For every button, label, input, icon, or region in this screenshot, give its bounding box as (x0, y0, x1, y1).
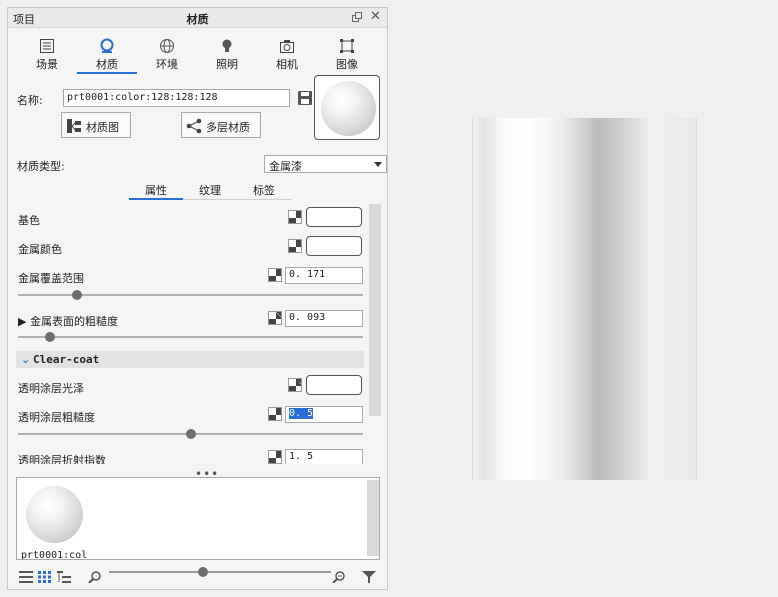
chevron-down-icon: ⌄ (21, 353, 31, 366)
metal-roughness-slider-knob[interactable] (45, 332, 56, 342)
metal-coverage-label: 金属覆盖范围 (18, 272, 84, 285)
subtab-textures[interactable]: 纹理 (183, 182, 237, 198)
tab-image-label: 图像 (336, 58, 358, 71)
material-graph-label: 材质图 (86, 121, 119, 134)
render-viewport[interactable] (472, 118, 697, 480)
tab-image[interactable]: 图像 (317, 32, 377, 76)
share-nodes-icon (186, 118, 202, 134)
properties-list: 基色 金属颜色 金属覆盖范围 0. 171 ▶ 金属表面的粗糙度 0. 093 … (9, 202, 375, 464)
grid-view-icon[interactable] (38, 571, 52, 583)
tab-camera-label: 相机 (276, 58, 298, 71)
clearcoat-roughness-slider-knob[interactable] (185, 429, 196, 439)
material-type-value: 金属漆 (269, 160, 302, 173)
tab-material[interactable]: 材质 (77, 32, 137, 76)
property-subtabs: 属性 纹理 标签 (129, 180, 292, 200)
material-graph-button[interactable]: 材质图 (61, 112, 131, 138)
material-name-input[interactable]: prt0001:color:128:128:128 (63, 89, 290, 107)
metal-color-label: 金属颜色 (18, 243, 62, 256)
base-color-label: 基色 (18, 214, 40, 227)
library-toolbar (8, 564, 387, 589)
metal-roughness-label-text: 金属表面的粗糙度 (29, 315, 118, 328)
tree-view-icon[interactable] (57, 571, 71, 583)
clearcoat-gloss-swatch[interactable] (306, 375, 362, 395)
clearcoat-gloss-texture-icon[interactable] (288, 378, 302, 392)
preview-sphere (321, 81, 376, 136)
material-icon (100, 38, 114, 53)
top-tab-bar: 场景 材质 环境 照明 相机 图像 (8, 32, 387, 76)
tab-material-label: 材质 (96, 58, 118, 71)
filter-icon[interactable] (361, 570, 377, 584)
save-icon[interactable] (297, 90, 313, 106)
metal-color-texture-icon[interactable] (288, 239, 302, 253)
library-item-label: prt0001:col (21, 550, 88, 560)
camera-icon (280, 40, 294, 53)
clearcoat-roughness-value: 0. 5 (289, 408, 314, 419)
metal-coverage-slider-knob[interactable] (71, 290, 82, 300)
library-item-thumbnail[interactable] (26, 486, 83, 543)
base-color-swatch[interactable] (306, 207, 362, 227)
material-library: prt0001:col (16, 477, 380, 560)
clearcoat-ior-input[interactable]: 1. 5 (285, 449, 363, 464)
metal-color-swatch[interactable] (306, 236, 362, 256)
zoom-out-icon[interactable] (88, 571, 102, 583)
metal-coverage-slider[interactable] (18, 294, 363, 296)
scene-list-icon (40, 39, 54, 53)
zoom-in-icon[interactable] (332, 571, 346, 583)
material-type-select[interactable]: 金属漆 (264, 155, 387, 173)
globe-icon (160, 39, 174, 53)
tab-environment[interactable]: 环境 (137, 32, 197, 76)
metal-roughness-label: ▶ 金属表面的粗糙度 (18, 315, 118, 328)
clearcoat-roughness-input[interactable]: 0. 5 (285, 406, 363, 423)
list-view-icon[interactable] (19, 571, 33, 583)
restore-window-icon[interactable] (352, 12, 362, 22)
chevron-down-icon (374, 162, 382, 167)
multilayer-material-button[interactable]: 多层材质 (181, 112, 261, 138)
close-icon[interactable]: ✕ (370, 9, 381, 24)
panel-title: 材质 (186, 13, 209, 26)
metal-coverage-input[interactable]: 0. 171 (285, 267, 363, 284)
tab-scene[interactable]: 场景 (17, 32, 77, 76)
clearcoat-section-header[interactable]: ⌄ Clear-coat (16, 351, 364, 368)
base-color-texture-icon[interactable] (288, 210, 302, 224)
image-crop-icon (340, 39, 354, 53)
tab-lighting-label: 照明 (216, 58, 238, 71)
clearcoat-roughness-texture-icon[interactable] (268, 407, 282, 421)
library-scrollbar[interactable] (367, 480, 379, 556)
clearcoat-gloss-label: 透明涂层光泽 (18, 382, 84, 395)
clearcoat-ior-texture-icon[interactable] (268, 450, 282, 464)
material-type-label: 材质类型: (17, 160, 65, 173)
material-preview (314, 75, 380, 140)
tab-environment-label: 环境 (156, 58, 178, 71)
tab-lighting[interactable]: 照明 (197, 32, 257, 76)
tab-camera[interactable]: 相机 (257, 32, 317, 76)
name-label: 名称: (17, 94, 43, 107)
material-panel: 项目 材质 ✕ 场景 材质 环境 照明 相机 图像 名称: prt0001:co… (7, 7, 388, 590)
clearcoat-ior-label: 透明涂层折射指数 (18, 454, 106, 464)
metal-roughness-slider[interactable] (18, 336, 363, 338)
lightbulb-icon (222, 39, 232, 52)
zoom-slider-knob[interactable] (198, 567, 208, 577)
panel-titlebar: 项目 材质 ✕ (8, 8, 387, 28)
subtab-labels[interactable]: 标签 (237, 182, 291, 198)
material-graph-icon (67, 119, 81, 133)
metal-roughness-texture-icon[interactable] (268, 311, 282, 325)
clearcoat-roughness-label: 透明涂层粗糙度 (18, 411, 95, 424)
multilayer-material-label: 多层材质 (206, 121, 250, 134)
metal-roughness-input[interactable]: 0. 093 (285, 310, 363, 327)
tab-scene-label: 场景 (36, 58, 58, 71)
clearcoat-section-title: Clear-coat (33, 353, 100, 366)
subtab-properties[interactable]: 属性 (129, 182, 183, 200)
zoom-slider[interactable] (109, 571, 331, 573)
metal-coverage-texture-icon[interactable] (268, 268, 282, 282)
